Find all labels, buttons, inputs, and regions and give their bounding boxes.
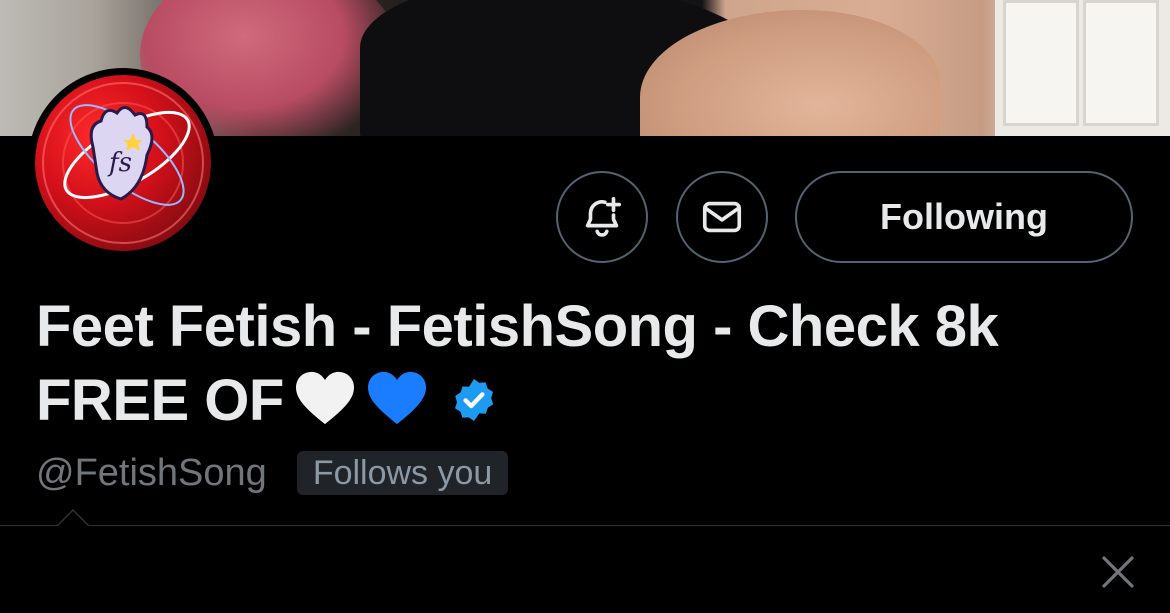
blue-heart-icon xyxy=(367,371,426,425)
svg-text:fs: fs xyxy=(107,148,132,178)
popup-caret-fill xyxy=(58,511,88,526)
envelope-icon xyxy=(702,201,742,233)
verified-badge-icon[interactable] xyxy=(450,376,498,424)
display-name: Feet Fetish - FetishSong - Check 8k FREE… xyxy=(36,290,1146,438)
bell-plus-icon xyxy=(585,196,622,237)
following-button[interactable]: Following xyxy=(795,171,1133,263)
notify-button[interactable] xyxy=(556,171,648,263)
display-name-line2-row: FREE OF xyxy=(36,364,1146,438)
handle-row: @FetishSong Follows you xyxy=(36,450,509,496)
banner-photo-detail xyxy=(995,0,1170,136)
username-handle: @FetishSong xyxy=(36,451,267,494)
popup-divider xyxy=(0,525,1170,526)
fs-logo-avatar-icon: fs xyxy=(35,75,211,251)
white-heart-icon xyxy=(295,371,354,425)
following-button-label: Following xyxy=(880,196,1048,237)
follows-you-badge: Follows you xyxy=(296,451,509,495)
avatar[interactable]: fs xyxy=(28,68,218,258)
message-button[interactable] xyxy=(676,171,768,263)
close-icon[interactable] xyxy=(1098,552,1138,592)
display-name-line1: Feet Fetish - FetishSong - Check 8k xyxy=(36,294,999,359)
display-name-line2: FREE OF xyxy=(36,368,284,433)
